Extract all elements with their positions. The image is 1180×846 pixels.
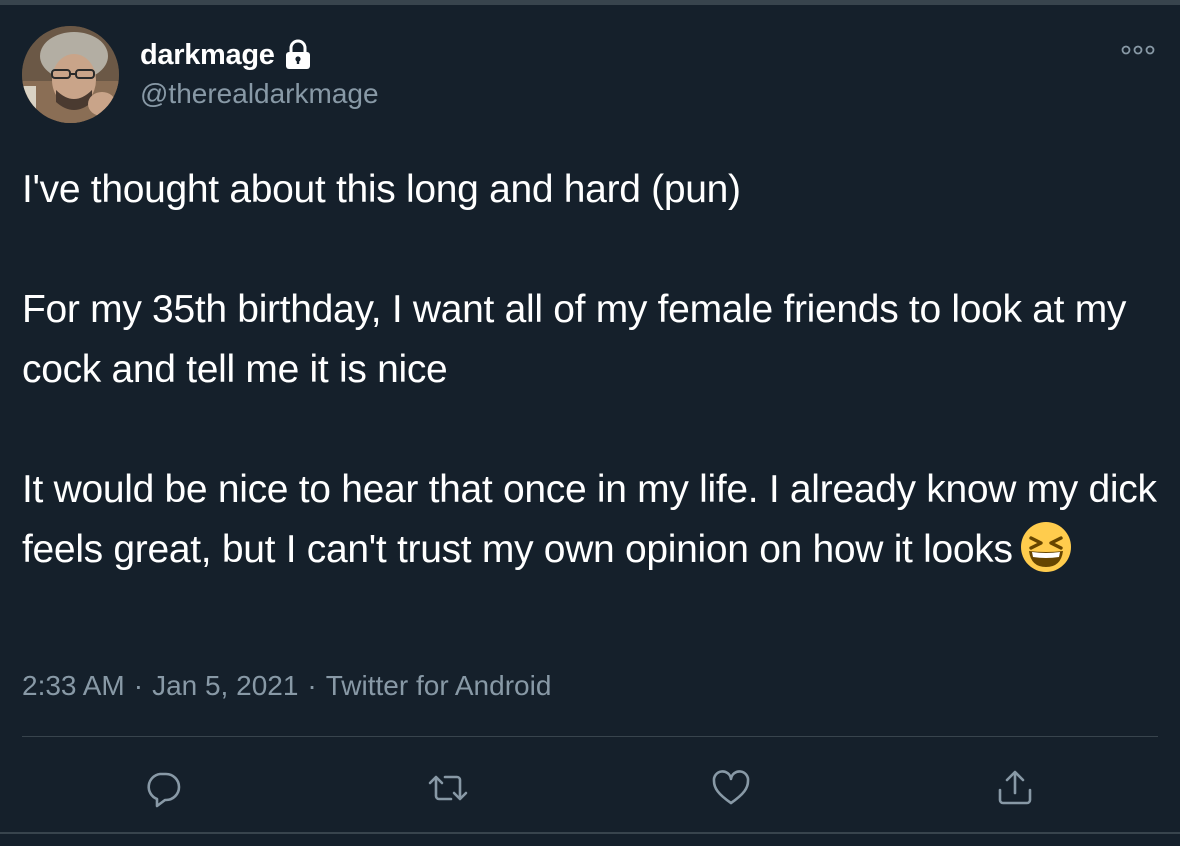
tweet-header: darkmage @therealdarkmage [22,26,1158,126]
more-icon[interactable] [1118,40,1158,60]
top-border [0,0,1180,5]
tweet-paragraph-1: I've thought about this long and hard (p… [22,168,741,211]
meta-separator: · [133,670,144,701]
grinning-squinting-face-icon [1019,520,1073,574]
tweet-paragraph-2: For my 35th birthday, I want all of my f… [22,288,1127,391]
tweet-actions [0,760,1180,816]
retweet-icon[interactable] [420,760,476,816]
display-name-row: darkmage [140,38,379,72]
avatar[interactable] [22,26,119,123]
reply-icon[interactable] [135,760,191,816]
meta-separator: · [307,670,317,701]
avatar-photo [22,26,119,123]
tweet-paragraph-3-text: It would be nice to hear that once in my… [22,468,1157,571]
divider [22,736,1158,737]
lock-icon [281,38,315,72]
author-names: darkmage @therealdarkmage [140,38,379,110]
tweet-meta: 2:33 AM · Jan 5, 2021 · Twitter for Android [22,670,551,702]
tweet-date[interactable]: Jan 5, 2021 [152,670,298,702]
tweet-text: I've thought about this long and hard (p… [22,160,1158,580]
bottom-border [0,832,1180,834]
display-name[interactable]: darkmage [140,39,275,72]
tweet-source[interactable]: Twitter for Android [326,670,552,702]
handle[interactable]: @therealdarkmage [140,78,379,110]
tweet-time[interactable]: 2:33 AM [22,670,125,702]
share-icon[interactable] [987,760,1043,816]
tweet-paragraph-3: It would be nice to hear that once in my… [22,460,1158,580]
like-icon[interactable] [703,760,759,816]
